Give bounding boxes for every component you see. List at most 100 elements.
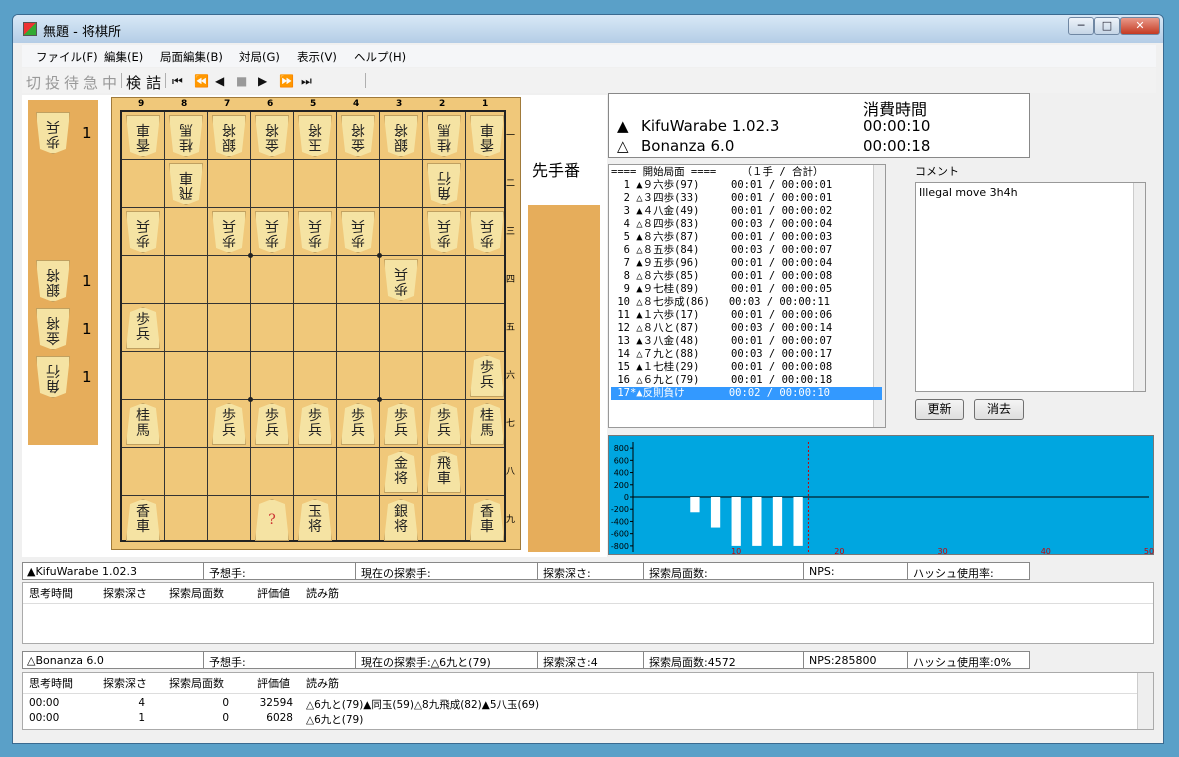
first-move-icon[interactable]: ⏮ bbox=[172, 74, 183, 89]
hand-piece[interactable]: 金将 bbox=[36, 308, 70, 350]
forward-icon[interactable]: ▶ bbox=[258, 74, 267, 88]
board-piece[interactable]: 香車 bbox=[470, 499, 504, 541]
toolbar-button-0[interactable]: 切 bbox=[26, 72, 41, 93]
gote-pv-header-time[interactable]: 思考時間 bbox=[29, 675, 73, 691]
kifu-row[interactable]: 4 △８四歩(83) 00:03 / 00:00:04 bbox=[611, 218, 882, 231]
kifu-row[interactable]: 13 ▲３八金(48) 00:01 / 00:00:07 bbox=[611, 335, 882, 348]
kifu-row[interactable]: 8 △８六歩(85) 00:01 / 00:00:08 bbox=[611, 270, 882, 283]
board-piece[interactable]: 歩兵 bbox=[126, 211, 160, 253]
board-piece[interactable]: 歩兵 bbox=[384, 259, 418, 301]
sente-pv-header-depth[interactable]: 探索深さ bbox=[103, 585, 147, 601]
gote-pv-cell-score[interactable]: 6028 bbox=[233, 712, 293, 724]
board-piece[interactable]: ? bbox=[255, 499, 289, 541]
kifu-row[interactable]: 1 ▲９六歩(97) 00:01 / 00:00:01 bbox=[611, 179, 882, 192]
forward-10-icon[interactable]: ⏩ bbox=[279, 74, 294, 88]
toolbar-button-3[interactable]: 急 bbox=[83, 72, 98, 93]
board-piece[interactable]: 香車 bbox=[126, 115, 160, 157]
kifu-row[interactable]: 10 △８七歩成(86) 00:03 / 00:00:11 bbox=[611, 296, 882, 309]
kifu-row[interactable]: 2 △３四歩(33) 00:01 / 00:00:01 bbox=[611, 192, 882, 205]
back-icon[interactable]: ◀ bbox=[215, 74, 224, 88]
board-piece[interactable]: 香車 bbox=[470, 115, 504, 157]
sente-pv-header-pv[interactable]: 読み筋 bbox=[306, 585, 339, 601]
board-piece[interactable]: 歩兵 bbox=[255, 403, 289, 445]
gote-pv-cell-time[interactable]: 00:00 bbox=[29, 697, 59, 709]
gote-pv-header-score[interactable]: 評価値 bbox=[257, 675, 290, 691]
gote-pv-header-nodes[interactable]: 探索局面数 bbox=[169, 675, 224, 691]
kifu-row[interactable]: 12 △８八と(87) 00:03 / 00:00:14 bbox=[611, 322, 882, 335]
board-piece[interactable]: 金将 bbox=[255, 115, 289, 157]
hand-piece[interactable]: 銀将 bbox=[36, 260, 70, 302]
menu-edit[interactable]: 編集(E) bbox=[104, 49, 143, 65]
toolbar-button-4[interactable]: 中 bbox=[102, 72, 117, 93]
board-piece[interactable]: 銀将 bbox=[384, 115, 418, 157]
board-piece[interactable]: 銀将 bbox=[384, 499, 418, 541]
board-piece[interactable]: 桂馬 bbox=[470, 403, 504, 445]
kifu-row[interactable]: 9 ▲９七桂(89) 00:01 / 00:00:05 bbox=[611, 283, 882, 296]
board-piece[interactable]: 飛車 bbox=[169, 163, 203, 205]
kifu-row[interactable]: 11 ▲１六歩(17) 00:01 / 00:00:06 bbox=[611, 309, 882, 322]
board-piece[interactable]: 歩兵 bbox=[470, 355, 504, 397]
toolbar-button-5[interactable]: 検 bbox=[126, 72, 141, 93]
comment-textbox[interactable]: Illegal move 3h4h bbox=[915, 182, 1146, 392]
minimize-button[interactable]: ─ bbox=[1068, 17, 1094, 35]
gote-pv-cell-nodes[interactable]: 0 bbox=[169, 697, 229, 709]
comment-update-button[interactable]: 更新 bbox=[915, 399, 964, 420]
kifu-row[interactable]: 6 △８五歩(84) 00:03 / 00:00:07 bbox=[611, 244, 882, 257]
board-piece[interactable]: 歩兵 bbox=[298, 211, 332, 253]
hand-piece[interactable]: 歩兵 bbox=[36, 112, 70, 154]
board-piece[interactable]: 桂馬 bbox=[126, 403, 160, 445]
menu-position-edit[interactable]: 局面編集(B) bbox=[160, 49, 223, 65]
gote-piece-stand[interactable]: 歩兵1銀将1金将1角行1 bbox=[28, 100, 98, 445]
kifu-row[interactable]: 17*▲反則負け 00:02 / 00:00:10 bbox=[611, 387, 882, 400]
menu-game[interactable]: 対局(G) bbox=[239, 49, 280, 65]
board-piece[interactable]: 歩兵 bbox=[212, 403, 246, 445]
toolbar-button-2[interactable]: 待 bbox=[64, 72, 79, 93]
board-piece[interactable]: 桂馬 bbox=[169, 115, 203, 157]
gote-pv-list[interactable]: 思考時間 探索深さ 探索局面数 評価値 読み筋 00:00 4 0 32594 △6九と… bbox=[22, 672, 1154, 730]
gote-pv-cell-time[interactable]: 00:00 bbox=[29, 712, 59, 724]
board-piece[interactable]: 歩兵 bbox=[427, 211, 461, 253]
gote-pv-cell-pv[interactable]: △6九と(79) bbox=[306, 712, 363, 727]
menu-file[interactable]: ファイル(F) bbox=[36, 49, 98, 65]
board-piece[interactable]: 歩兵 bbox=[212, 211, 246, 253]
sente-pv-header-nodes[interactable]: 探索局面数 bbox=[169, 585, 224, 601]
gote-pv-cell-depth[interactable]: 4 bbox=[85, 697, 145, 709]
board-grid[interactable]: 香車桂馬銀将金将玉将金将銀将桂馬香車飛車角行歩兵歩兵歩兵歩兵歩兵歩兵歩兵歩兵歩兵… bbox=[120, 110, 506, 542]
board-piece[interactable]: 角行 bbox=[427, 163, 461, 205]
sente-pv-header-score[interactable]: 評価値 bbox=[257, 585, 290, 601]
kifu-row[interactable]: 3 ▲４八金(49) 00:01 / 00:00:02 bbox=[611, 205, 882, 218]
maximize-button[interactable]: □ bbox=[1094, 17, 1120, 35]
kifu-list[interactable]: ==== 開始局面 ==== （１手 / 合計） 1 ▲９六歩(97) 00:0… bbox=[608, 164, 886, 428]
menu-help[interactable]: ヘルプ(H) bbox=[354, 49, 406, 65]
gote-pv-header-pv[interactable]: 読み筋 bbox=[306, 675, 339, 691]
comment-clear-button[interactable]: 消去 bbox=[974, 399, 1024, 420]
sente-pv-list[interactable]: 思考時間 探索深さ 探索局面数 評価値 読み筋 bbox=[22, 582, 1154, 644]
toolbar-button-1[interactable]: 投 bbox=[45, 72, 60, 93]
hand-piece[interactable]: 角行 bbox=[36, 356, 70, 398]
gote-pv-cell-score[interactable]: 32594 bbox=[233, 697, 293, 709]
sente-piece-stand[interactable] bbox=[528, 205, 600, 552]
kifu-row[interactable]: 5 ▲８六歩(87) 00:01 / 00:00:03 bbox=[611, 231, 882, 244]
gote-pv-header-depth[interactable]: 探索深さ bbox=[103, 675, 147, 691]
title-bar[interactable]: 無題 - 将棋所 ─ □ ✕ bbox=[13, 15, 1163, 43]
toolbar-button-6[interactable]: 詰 bbox=[146, 72, 161, 93]
board-piece[interactable]: 金将 bbox=[341, 115, 375, 157]
gote-pv-cell-nodes[interactable]: 0 bbox=[169, 712, 229, 724]
last-move-icon[interactable]: ⏭ bbox=[301, 74, 312, 89]
kifu-row[interactable]: 16 △６九と(79) 00:01 / 00:00:18 bbox=[611, 374, 882, 387]
back-10-icon[interactable]: ⏪ bbox=[194, 74, 209, 88]
kifu-row[interactable]: 7 ▲９五歩(96) 00:01 / 00:00:04 bbox=[611, 257, 882, 270]
gote-pv-cell-depth[interactable]: 1 bbox=[85, 712, 145, 724]
close-button[interactable]: ✕ bbox=[1120, 17, 1160, 35]
board-piece[interactable]: 飛車 bbox=[427, 451, 461, 493]
board-piece[interactable]: 歩兵 bbox=[298, 403, 332, 445]
board-piece[interactable]: 桂馬 bbox=[427, 115, 461, 157]
board-piece[interactable]: 香車 bbox=[126, 499, 160, 541]
menu-view[interactable]: 表示(V) bbox=[297, 49, 337, 65]
comment-scrollbar[interactable] bbox=[1133, 183, 1145, 391]
board-piece[interactable]: 玉将 bbox=[298, 499, 332, 541]
gote-pv-cell-pv[interactable]: △6九と(79)▲同玉(59)△8九飛成(82)▲5八玉(69) bbox=[306, 697, 539, 712]
kifu-header[interactable]: ==== 開始局面 ==== （１手 / 合計） bbox=[611, 166, 882, 179]
board-piece[interactable]: 玉将 bbox=[298, 115, 332, 157]
board-piece[interactable]: 歩兵 bbox=[384, 403, 418, 445]
